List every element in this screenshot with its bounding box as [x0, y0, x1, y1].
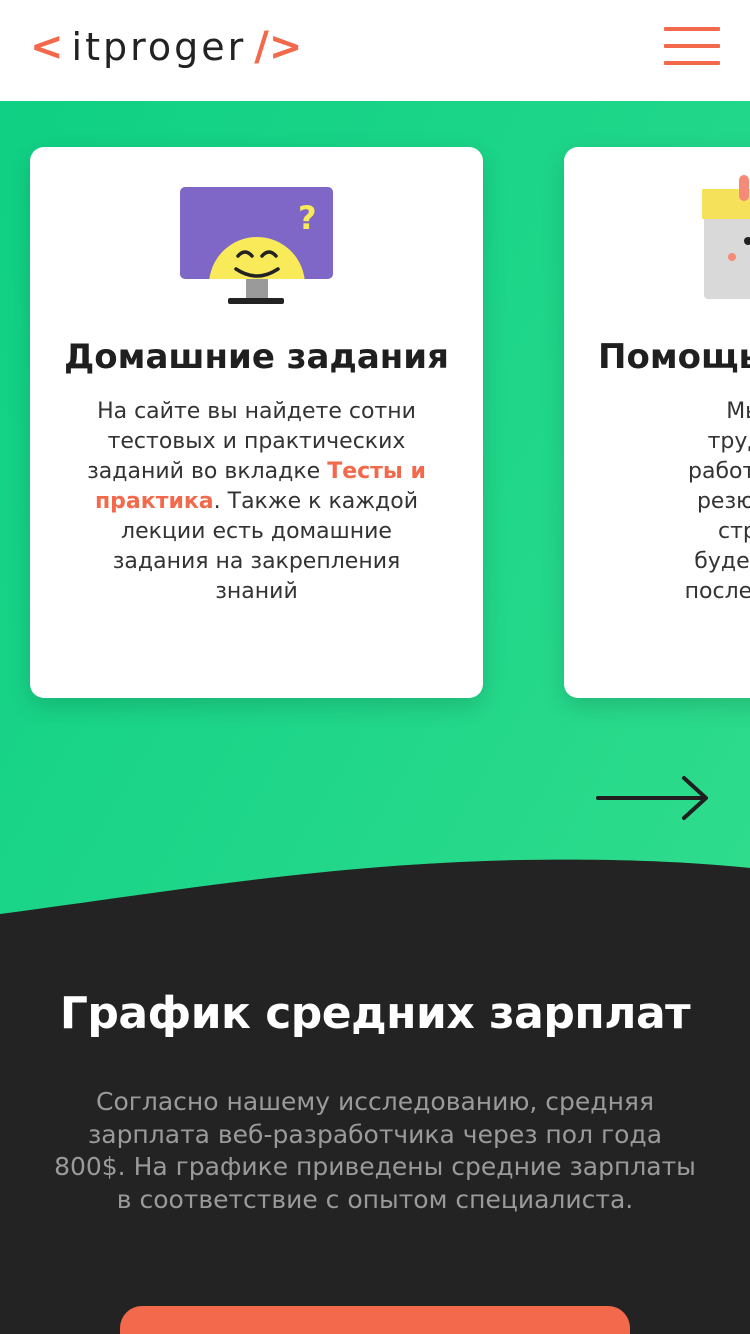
- cta-button[interactable]: [120, 1306, 630, 1334]
- section-divider-wave: [0, 859, 750, 960]
- salary-section-title: График средних зарплат: [59, 988, 691, 1039]
- logo[interactable]: < itproger />: [30, 22, 302, 72]
- logo-left-bracket: <: [30, 24, 64, 70]
- card-text-line: работу. Вм: [688, 459, 750, 484]
- card-description: На сайте вы найдете сотни тестовых и пра…: [74, 397, 439, 607]
- logo-text: itproger: [71, 25, 247, 69]
- card-title: Помощь: [598, 337, 750, 377]
- hamburger-menu-icon[interactable]: [664, 27, 720, 65]
- card-title: Домашние задания: [64, 337, 449, 377]
- card-text-line: резюме, д: [696, 489, 750, 514]
- site-header: < itproger />: [0, 0, 750, 101]
- calendar-icon: [702, 175, 750, 299]
- card-text-line: страниц: [717, 519, 750, 544]
- arrow-right-icon[interactable]: [596, 773, 710, 823]
- logo-right-bracket: />: [254, 24, 303, 70]
- card-description: Мы пом трудоуст работу. Вм резюме, д стр…: [564, 397, 750, 607]
- card-text-line: Мы пом: [726, 399, 750, 424]
- salary-section-description: Согласно нашему исследованию, средняя за…: [54, 1087, 696, 1214]
- card-text-line: трудоуст: [707, 429, 750, 454]
- card-text-line: после прох: [684, 579, 750, 604]
- svg-text:?: ?: [298, 199, 317, 237]
- card-text-line: будем сод: [694, 549, 750, 574]
- monitor-smiley-question-icon: ?: [180, 187, 333, 304]
- feature-card-help: Помощь Мы пом трудоуст работу. Вм резюме…: [564, 147, 750, 698]
- feature-card-homework: ? Домашние задания На сайте вы найдете с…: [30, 147, 483, 698]
- features-section: ? Домашние задания На сайте вы найдете с…: [0, 101, 750, 931]
